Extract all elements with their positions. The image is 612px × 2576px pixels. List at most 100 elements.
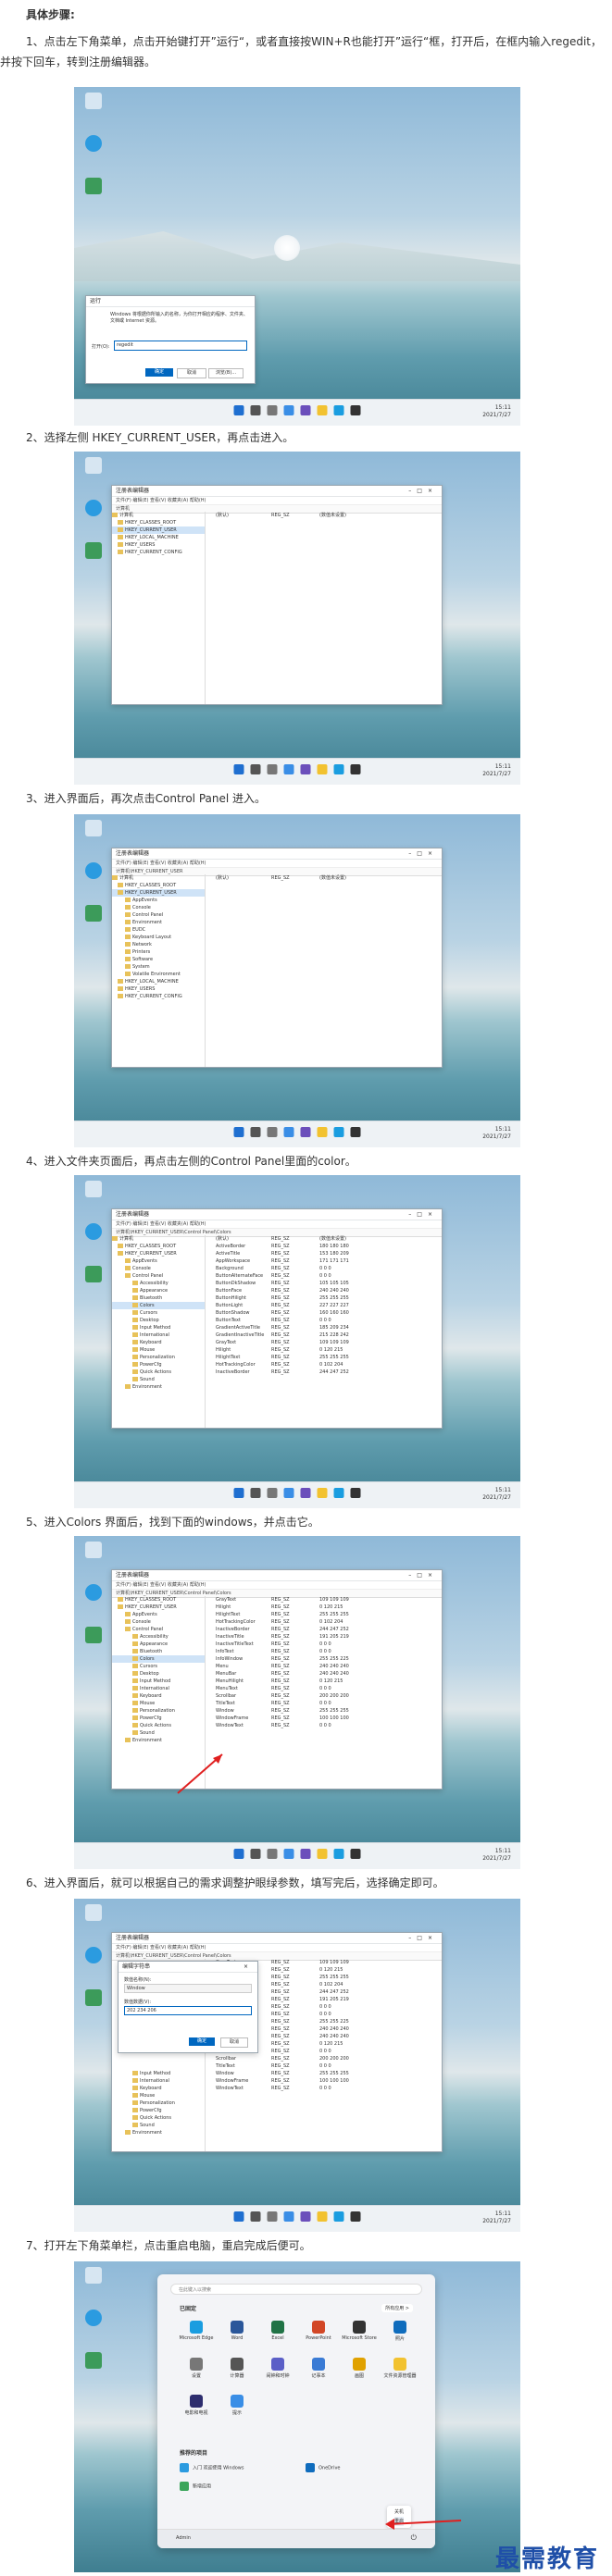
app-desktop-icon[interactable] (81, 542, 106, 559)
edge-desktop-icon[interactable] (81, 500, 106, 516)
value-row[interactable]: HotTrackingColor REG_SZ 0 102 204 (206, 1618, 442, 1626)
taskbar-clock[interactable]: 15:11 2021/7/27 (482, 404, 511, 419)
start-icon[interactable] (233, 1488, 244, 1498)
tree-node[interactable]: HKEY_CLASSES_ROOT (112, 882, 205, 889)
tree-node[interactable]: PowerCfg (112, 2107, 205, 2114)
tree-node[interactable]: Personalization (112, 1354, 205, 1361)
taskview-icon[interactable] (267, 2211, 278, 2222)
value-row[interactable]: ActiveTitle REG_SZ 153 180 209 (206, 1250, 442, 1257)
run-ok-button[interactable]: 确定 (145, 368, 173, 377)
store-icon[interactable] (350, 1127, 361, 1137)
tree-node[interactable]: Control Panel (112, 1626, 205, 1633)
tree-node[interactable]: HKEY_CURRENT_USER (112, 1604, 205, 1611)
run-cancel-button[interactable]: 取消 (177, 368, 206, 378)
run-browse-button[interactable]: 浏览(B)... (208, 368, 244, 378)
pinned-app[interactable]: 提示 (217, 2395, 257, 2416)
recycle-bin-icon[interactable] (81, 820, 106, 836)
tree-node[interactable]: Personalization (112, 2099, 205, 2107)
value-row[interactable]: Hilight REG_SZ 0 120 215 (206, 1604, 442, 1611)
window-controls[interactable]: –□× (408, 1933, 438, 1943)
taskview-icon[interactable] (267, 405, 278, 415)
edge-icon[interactable] (333, 2211, 344, 2222)
tree-node[interactable]: Control Panel (112, 1272, 205, 1280)
value-row[interactable]: GradientActiveTitle REG_SZ 185 209 234 (206, 1324, 442, 1331)
value-row[interactable]: ButtonFace REG_SZ 240 240 240 (206, 1287, 442, 1294)
value-row[interactable]: MenuHilight REG_SZ 0 120 215 (206, 1678, 442, 1685)
tree-node[interactable]: 计算机 (112, 874, 205, 882)
tree-node[interactable]: Personalization (112, 1707, 205, 1715)
pinned-app[interactable]: PowerPoint (298, 2321, 339, 2341)
teams-icon[interactable] (300, 1488, 311, 1498)
value-row[interactable]: InactiveBorder REG_SZ 244 247 252 (206, 1626, 442, 1633)
value-row[interactable]: ButtonAlternateFace REG_SZ 0 0 0 (206, 1272, 442, 1280)
tree-node[interactable]: AppEvents (112, 1611, 205, 1618)
value-row[interactable]: TitleText REG_SZ 0 0 0 (206, 2062, 442, 2070)
regedit-menu[interactable]: 文件(F) 编辑(E) 查看(V) 收藏夹(A) 帮助(H) (112, 497, 442, 505)
value-row[interactable]: InactiveTitle REG_SZ 191 205 219 (206, 1633, 442, 1641)
value-row[interactable]: MenuText REG_SZ 0 0 0 (206, 1685, 442, 1692)
teams-icon[interactable] (300, 1127, 311, 1137)
pinned-app[interactable]: Word (217, 2321, 257, 2341)
value-row[interactable]: (默认) REG_SZ (数值未设置) (206, 512, 442, 519)
run-input[interactable]: regedit (114, 341, 247, 351)
pinned-app[interactable]: Microsoft Edge (176, 2321, 217, 2341)
store-icon[interactable] (350, 405, 361, 415)
tree-node[interactable]: Quick Actions (112, 2114, 205, 2122)
explorer-icon[interactable] (317, 405, 328, 415)
value-row[interactable]: GradientInactiveTitle REG_SZ 215 228 242 (206, 1331, 442, 1339)
value-row[interactable]: HotTrackingColor REG_SZ 0 102 204 (206, 1361, 442, 1368)
taskbar-clock[interactable]: 15:11 2021/7/27 (482, 763, 511, 778)
tree-node[interactable]: HKEY_LOCAL_MACHINE (112, 534, 205, 541)
tree-node[interactable]: Quick Actions (112, 1368, 205, 1376)
store-icon[interactable] (350, 1849, 361, 1859)
recycle-bin-icon[interactable] (81, 457, 106, 474)
store-icon[interactable] (350, 764, 361, 774)
tree-node[interactable]: 计算机 (112, 512, 205, 519)
widgets-icon[interactable] (283, 1849, 294, 1859)
tree-node[interactable]: Appearance (112, 1641, 205, 1648)
ok-button[interactable]: 确定 (189, 2037, 215, 2046)
tree-node[interactable]: International (112, 2077, 205, 2085)
tree-node[interactable]: Mouse (112, 2092, 205, 2099)
tree-node[interactable]: Printers (112, 948, 205, 956)
explorer-icon[interactable] (317, 1127, 328, 1137)
window-controls[interactable]: –□× (408, 486, 438, 496)
value-row[interactable]: ButtonText REG_SZ 0 0 0 (206, 1317, 442, 1324)
value-row[interactable]: ButtonShadow REG_SZ 160 160 160 (206, 1309, 442, 1317)
tree-node[interactable]: Input Method (112, 1678, 205, 1685)
tree-node[interactable]: AppEvents (112, 897, 205, 904)
widgets-icon[interactable] (283, 2211, 294, 2222)
all-apps-button[interactable]: 所有应用 > (381, 2304, 413, 2312)
recycle-bin-icon[interactable] (81, 2267, 106, 2284)
app-desktop-icon[interactable] (81, 1627, 106, 1643)
value-row[interactable]: WindowText REG_SZ 0 0 0 (206, 2085, 442, 2092)
value-row[interactable]: ButtonDkShadow REG_SZ 105 105 105 (206, 1280, 442, 1287)
pinned-app[interactable]: 计算器 (217, 2358, 257, 2379)
value-row[interactable]: (默认) REG_SZ (数值未设置) (206, 874, 442, 882)
tree-node[interactable]: Input Method (112, 2070, 205, 2077)
pinned-app[interactable]: Excel (257, 2321, 298, 2341)
tree-node[interactable]: Appearance (112, 1287, 205, 1294)
recycle-bin-icon[interactable] (81, 93, 106, 109)
taskbar-clock[interactable]: 15:11 2021/7/27 (482, 1487, 511, 1502)
tree-node[interactable]: HKEY_CURRENT_USER (112, 1250, 205, 1257)
recycle-bin-icon[interactable] (81, 1181, 106, 1197)
search-icon[interactable] (250, 405, 261, 415)
pinned-app[interactable]: 文件资源管理器 (380, 2358, 420, 2379)
tree-node[interactable]: HKEY_CLASSES_ROOT (112, 519, 205, 526)
value-row[interactable]: MenuBar REG_SZ 240 240 240 (206, 1670, 442, 1678)
tree-node[interactable]: Quick Actions (112, 1722, 205, 1729)
value-row[interactable]: (默认) REG_SZ (数值未设置) (206, 1235, 442, 1243)
value-row[interactable]: InfoWindow REG_SZ 255 255 225 (206, 1655, 442, 1663)
start-icon[interactable] (233, 1127, 244, 1137)
value-row[interactable]: AppWorkspace REG_SZ 171 171 171 (206, 1257, 442, 1265)
app-desktop-icon[interactable] (81, 2352, 106, 2369)
teams-icon[interactable] (300, 405, 311, 415)
store-icon[interactable] (350, 2211, 361, 2222)
tree-node[interactable]: Desktop (112, 1670, 205, 1678)
start-icon[interactable] (233, 764, 244, 774)
tree-node-hkcu[interactable]: HKEY_CURRENT_USER (112, 526, 205, 534)
tree-node[interactable]: HKEY_CLASSES_ROOT (112, 1243, 205, 1250)
value-row[interactable]: InfoText REG_SZ 0 0 0 (206, 1648, 442, 1655)
regedit-menu[interactable]: 文件(F) 编辑(E) 查看(V) 收藏夹(A) 帮助(H) (112, 860, 442, 868)
